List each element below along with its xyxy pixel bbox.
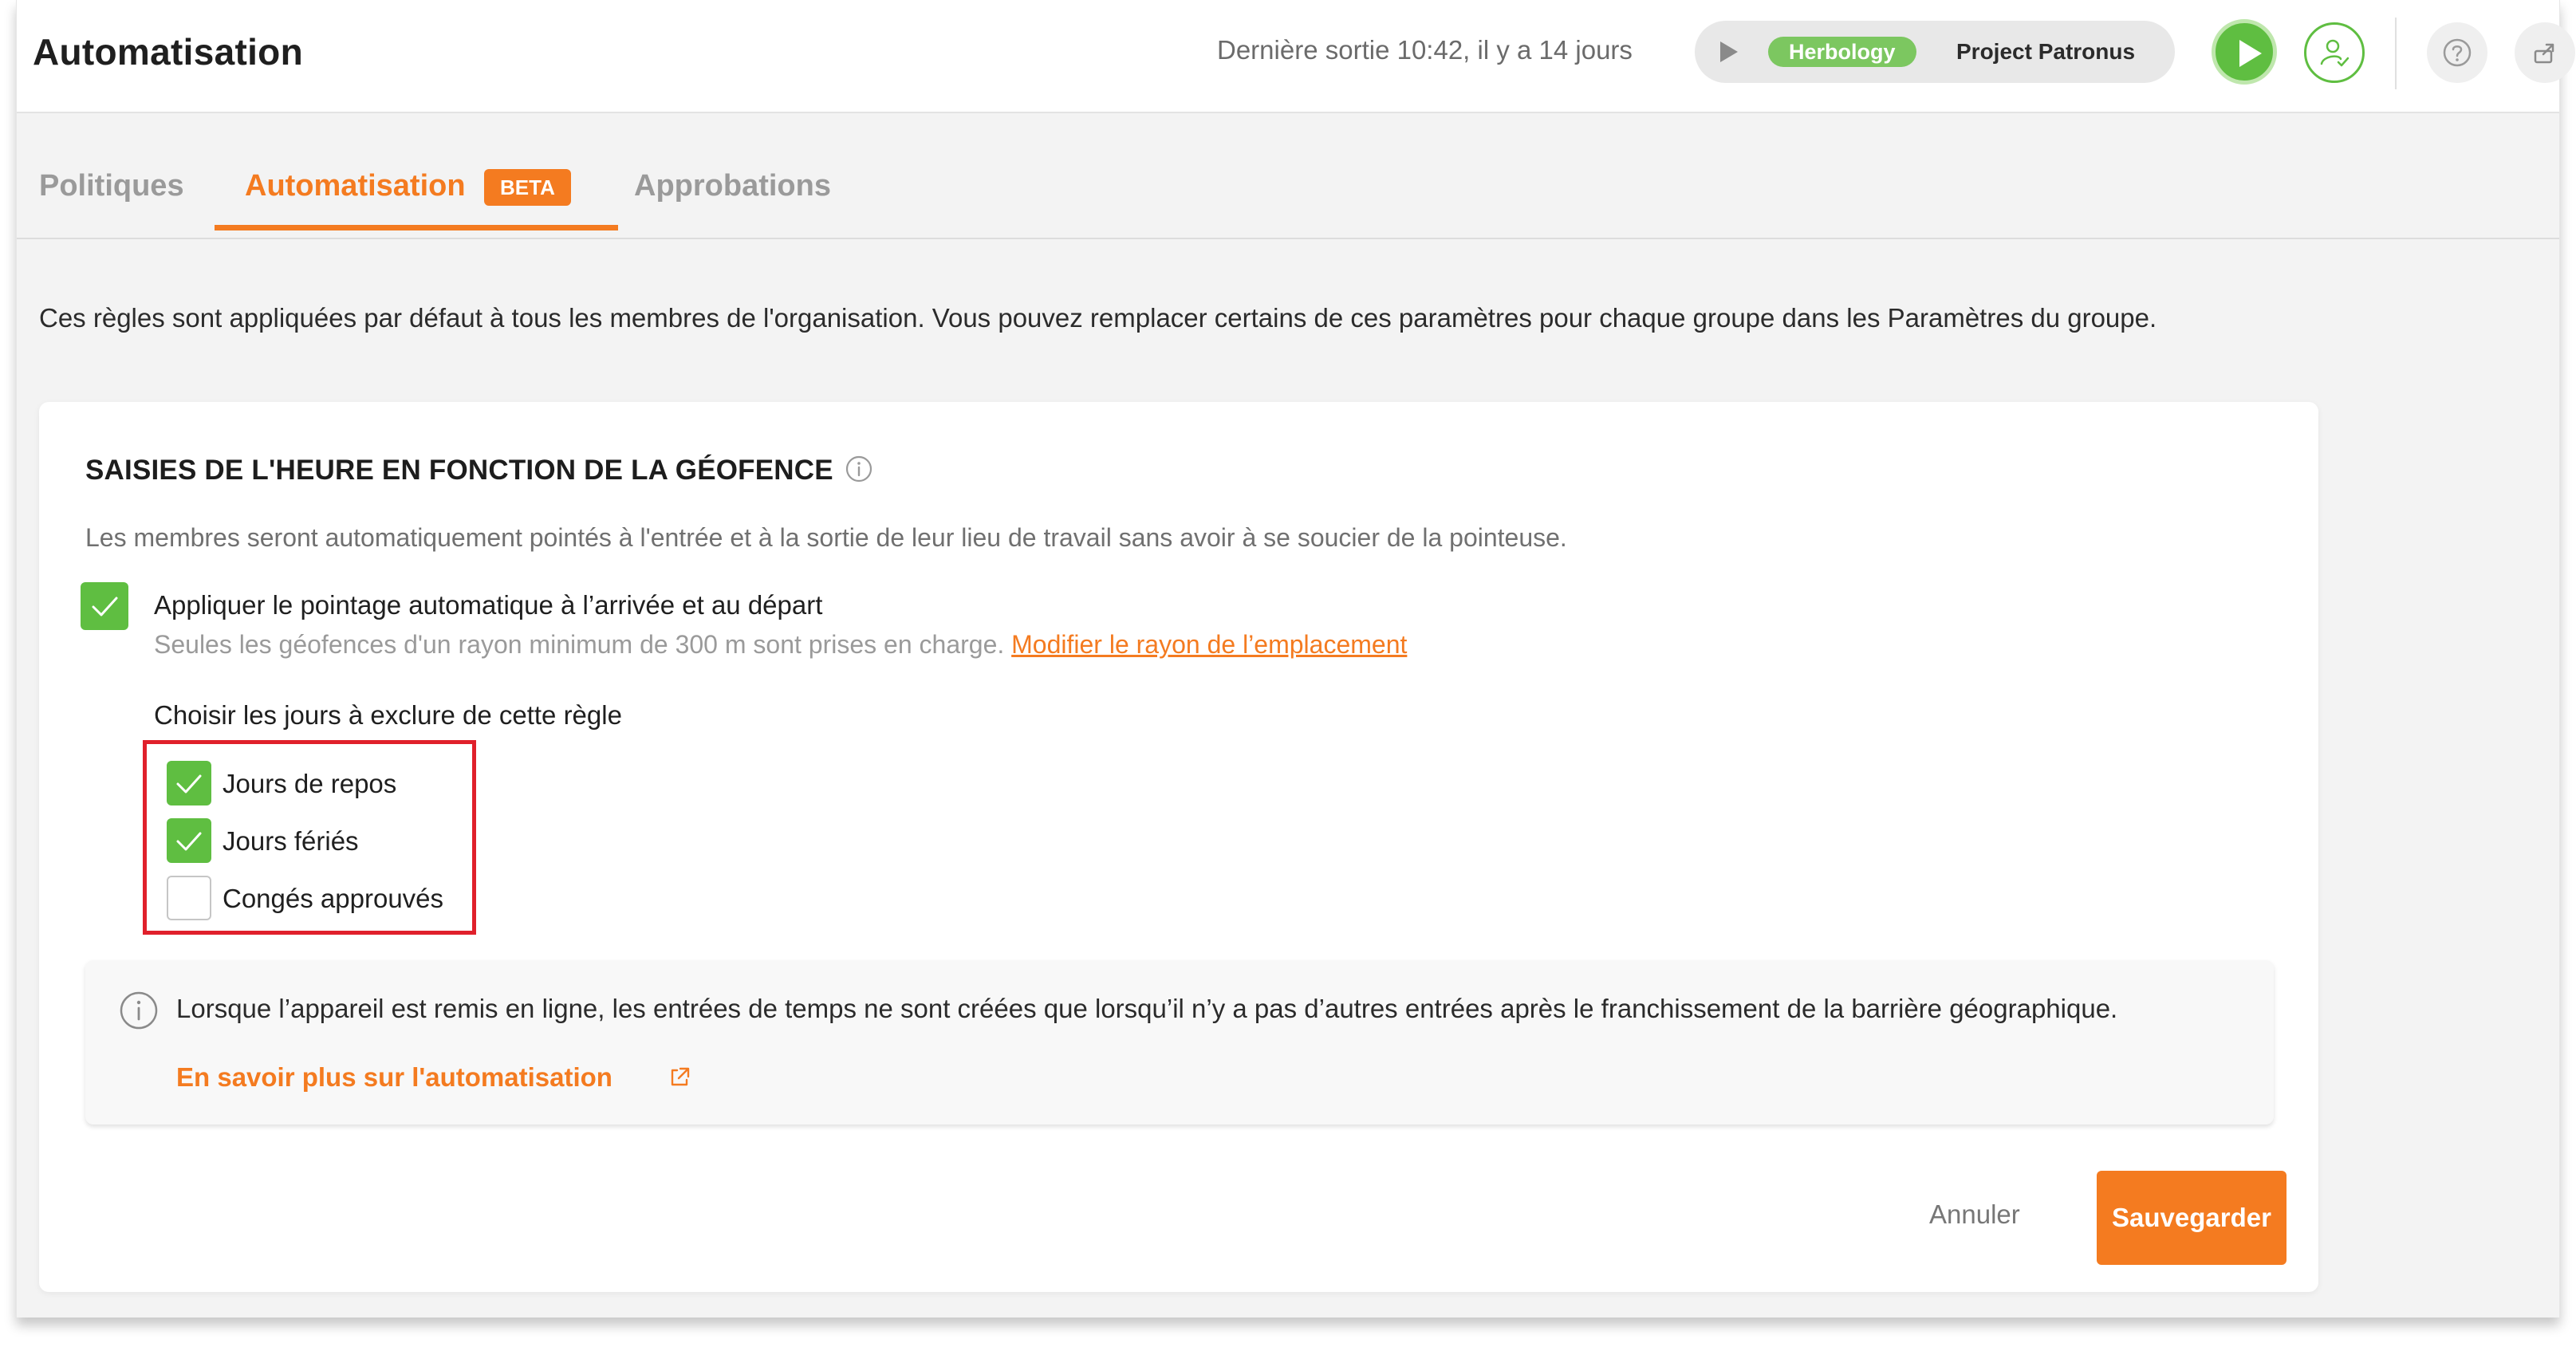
exclude-days-label: Choisir les jours à exclure de cette règ… bbox=[154, 700, 622, 730]
rest-days-label: Jours de repos bbox=[223, 769, 397, 798]
approved-leave-checkbox[interactable] bbox=[167, 876, 211, 920]
edit-radius-link[interactable]: Modifier le rayon de l’emplacement bbox=[1011, 630, 1407, 659]
play-icon[interactable] bbox=[1720, 41, 1738, 62]
cancel-button[interactable]: Annuler bbox=[1929, 1199, 2020, 1230]
active-tab-indicator bbox=[215, 225, 618, 230]
intro-text: Ces règles sont appliquées par défaut à … bbox=[39, 303, 2157, 333]
start-timer-button[interactable] bbox=[2212, 19, 2277, 85]
share-icon bbox=[2534, 43, 2554, 64]
approved-leave-label: Congés approuvés bbox=[223, 884, 444, 913]
checkmark-icon bbox=[92, 597, 118, 616]
help-button[interactable] bbox=[2427, 22, 2487, 83]
tab-automation[interactable]: Automatisation bbox=[245, 169, 466, 203]
help-icon bbox=[2443, 38, 2472, 67]
learn-more-link[interactable]: En savoir plus sur l'automatisation bbox=[176, 1062, 612, 1093]
info-icon[interactable] bbox=[844, 454, 874, 484]
user-check-icon bbox=[2320, 39, 2350, 67]
offline-notice: Lorsque l’appareil est remis en ligne, l… bbox=[85, 960, 2274, 1125]
geofence-settings-card: SAISIES DE L'HEURE EN FONCTION DE LA GÉO… bbox=[39, 402, 2318, 1292]
auto-clock-checkbox[interactable] bbox=[81, 582, 128, 630]
radius-note-text: Seules les géofences d'un rayon minimum … bbox=[154, 630, 1005, 659]
section-title: SAISIES DE L'HEURE EN FONCTION DE LA GÉO… bbox=[85, 455, 833, 486]
checkmark-icon bbox=[176, 832, 202, 851]
tab-approvals[interactable]: Approbations bbox=[634, 169, 831, 203]
external-link-icon[interactable] bbox=[666, 1064, 693, 1091]
user-check-button[interactable] bbox=[2304, 22, 2365, 83]
beta-badge: BETA bbox=[484, 169, 571, 206]
timer-widget[interactable]: Herbology Project Patronus bbox=[1695, 21, 2175, 83]
top-bar: Automatisation Dernière sortie 10:42, il… bbox=[17, 0, 2575, 113]
holidays-checkbox[interactable] bbox=[167, 818, 211, 863]
page-title: Automatisation bbox=[33, 31, 303, 73]
radius-note: Seules les géofences d'un rayon minimum … bbox=[154, 630, 1407, 660]
last-out-status: Dernière sortie 10:42, il y a 14 jours bbox=[1217, 35, 1633, 65]
header-divider bbox=[2395, 18, 2397, 89]
app-window: Automatisation Dernière sortie 10:42, il… bbox=[16, 0, 2575, 1318]
info-icon bbox=[120, 991, 158, 1030]
tab-bar: Politiques Automatisation BETA Approbati… bbox=[17, 113, 2559, 239]
share-button[interactable] bbox=[2515, 22, 2575, 83]
holidays-label: Jours fériés bbox=[223, 826, 359, 856]
project-name: Project Patronus bbox=[1956, 39, 2136, 64]
rest-days-checkbox[interactable] bbox=[167, 761, 211, 805]
project-badge: Herbology bbox=[1768, 37, 1916, 67]
checkmark-icon bbox=[176, 774, 202, 794]
section-description: Les membres seront automatiquement point… bbox=[85, 523, 1567, 552]
play-icon bbox=[2239, 40, 2262, 67]
tab-policies[interactable]: Politiques bbox=[39, 169, 184, 203]
save-button[interactable]: Sauvegarder bbox=[2097, 1171, 2286, 1265]
auto-clock-label: Appliquer le pointage automatique à l’ar… bbox=[154, 590, 823, 620]
offline-notice-text: Lorsque l’appareil est remis en ligne, l… bbox=[176, 994, 2118, 1023]
